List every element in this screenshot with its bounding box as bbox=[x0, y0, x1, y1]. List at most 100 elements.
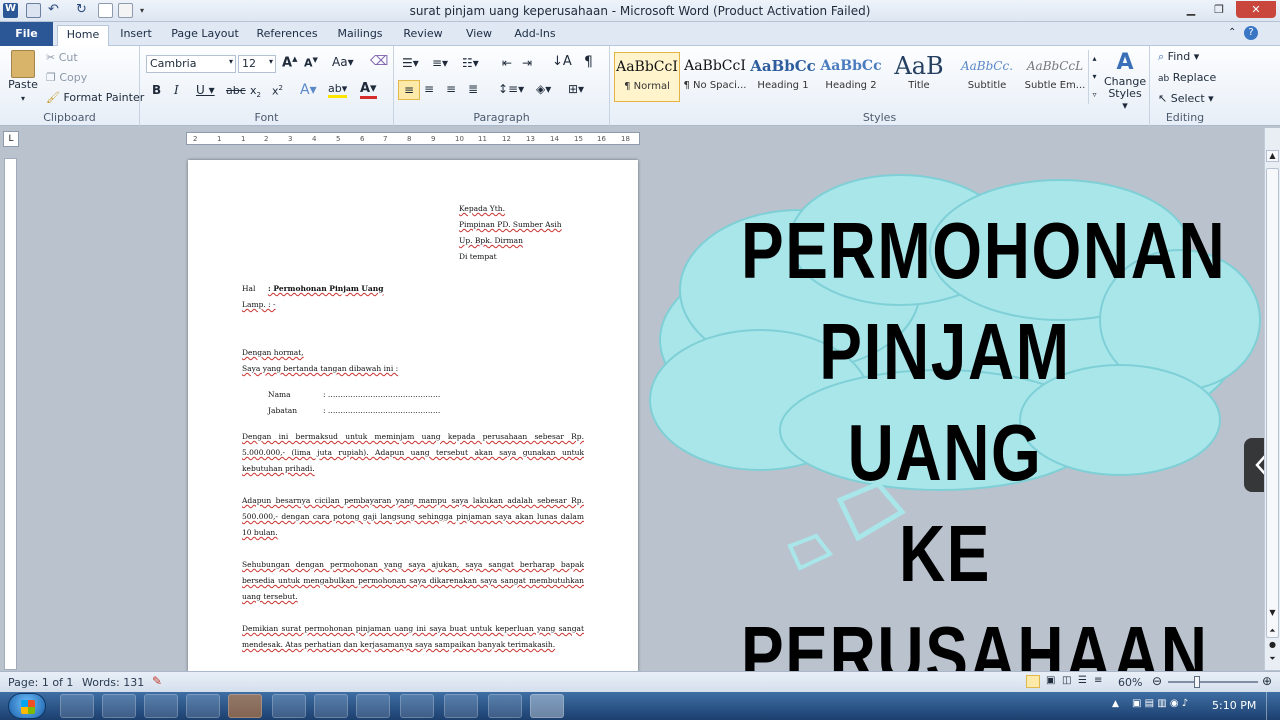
vertical-scrollbar[interactable]: ▲ ▼ ⏶ ● ⏷ bbox=[1264, 128, 1280, 670]
sort-icon[interactable]: ↓A bbox=[552, 54, 572, 69]
copy-button[interactable]: ❐ Copy bbox=[46, 71, 87, 84]
scroll-down-icon[interactable]: ▼ bbox=[1266, 608, 1279, 620]
app-icon[interactable] bbox=[314, 694, 348, 718]
strikethrough-icon[interactable]: abc bbox=[226, 84, 246, 97]
file-explorer-icon[interactable] bbox=[102, 694, 136, 718]
outline-icon[interactable]: ☰ bbox=[1078, 675, 1087, 686]
firefox-icon[interactable] bbox=[228, 694, 262, 718]
highlight-icon[interactable]: ab▾ bbox=[328, 82, 348, 98]
document-page[interactable]: Kepada Yth. Pimpinan PD. Sumber Asih Up.… bbox=[188, 160, 638, 672]
horizontal-ruler[interactable]: 2 1 1 2 3 4 5 6 7 8 9 10 11 12 13 14 15 16 18 bbox=[186, 132, 640, 145]
vertical-ruler[interactable] bbox=[4, 158, 17, 670]
tab-references[interactable]: References bbox=[250, 25, 324, 46]
font-size-select[interactable]: 12 ▾ bbox=[238, 55, 276, 73]
tab-add-ins[interactable]: Add-Ins bbox=[508, 25, 562, 46]
style-title[interactable]: AaB Title bbox=[886, 52, 952, 102]
numbering-icon[interactable]: ≡▾ bbox=[432, 56, 448, 70]
format-painter-button[interactable]: 🖌 Format Painter bbox=[46, 91, 144, 104]
show-desktop-button[interactable] bbox=[1266, 692, 1280, 720]
select-button[interactable]: ↖ Select ▾ bbox=[1158, 92, 1214, 105]
proofing-icon[interactable]: ✎ bbox=[152, 674, 162, 688]
tab-view[interactable]: View bbox=[458, 25, 500, 46]
clock[interactable]: 5:10 PM bbox=[1212, 699, 1256, 712]
multilevel-list-icon[interactable]: ☷▾ bbox=[462, 56, 479, 70]
app-icon[interactable] bbox=[400, 694, 434, 718]
app-icon[interactable] bbox=[444, 694, 478, 718]
tab-home[interactable]: Home bbox=[57, 25, 109, 46]
tab-review[interactable]: Review bbox=[398, 25, 448, 46]
align-left-icon[interactable]: ≡ bbox=[398, 80, 420, 100]
tray-icons[interactable]: ▣ ▤ ▥ ◉ ♪ bbox=[1132, 698, 1188, 709]
find-button[interactable]: ⌕ Find ▾ bbox=[1158, 50, 1199, 64]
page-count[interactable]: Page: 1 of 1 bbox=[8, 676, 73, 689]
app-icon[interactable] bbox=[488, 694, 522, 718]
word-taskbar-icon[interactable] bbox=[272, 694, 306, 718]
shading-icon[interactable]: ◈▾ bbox=[536, 82, 551, 96]
bullets-icon[interactable]: ☰▾ bbox=[402, 56, 419, 70]
show-formatting-icon[interactable]: ¶ bbox=[584, 54, 593, 70]
change-styles-button[interactable]: A Change Styles ▾ bbox=[1104, 50, 1146, 112]
minimize-ribbon-icon[interactable]: ⌃ bbox=[1228, 27, 1236, 38]
underline-icon[interactable]: U ▾ bbox=[196, 83, 215, 97]
superscript-icon[interactable]: x2 bbox=[272, 84, 283, 98]
clear-formatting-icon[interactable]: ⌫ bbox=[370, 54, 388, 69]
style-heading-2[interactable]: AaBbCc Heading 2 bbox=[818, 52, 884, 102]
paste-button[interactable]: Paste ▾ bbox=[6, 50, 40, 103]
full-screen-reading-icon[interactable]: ▣ bbox=[1046, 675, 1055, 686]
style-no-spacing[interactable]: AaBbCcI ¶ No Spaci... bbox=[682, 52, 748, 102]
draft-icon[interactable]: ≡ bbox=[1094, 675, 1102, 686]
word-count[interactable]: Words: 131 bbox=[82, 676, 144, 689]
internet-explorer-icon[interactable] bbox=[60, 694, 94, 718]
restore-button[interactable]: ❐ bbox=[1206, 1, 1232, 18]
change-case-icon[interactable]: Aa▾ bbox=[332, 55, 354, 69]
style-subtitle[interactable]: AaBbCc. Subtitle bbox=[954, 52, 1020, 102]
bold-icon[interactable]: B bbox=[152, 83, 161, 97]
font-family-select[interactable]: Cambria ▾ bbox=[146, 55, 236, 73]
tab-mailings[interactable]: Mailings bbox=[332, 25, 388, 46]
styles-scroll-icon[interactable]: ▴ ▾ ▿ bbox=[1088, 50, 1100, 104]
line-spacing-icon[interactable]: ↕≡▾ bbox=[498, 82, 524, 96]
next-page-icon[interactable]: ⏷ bbox=[1266, 654, 1279, 666]
web-layout-icon[interactable]: ◫ bbox=[1062, 675, 1071, 686]
justify-icon[interactable]: ≣ bbox=[468, 82, 478, 96]
scroll-thumb[interactable] bbox=[1266, 168, 1279, 638]
increase-indent-icon[interactable]: ⇥ bbox=[522, 56, 532, 70]
tab-insert[interactable]: Insert bbox=[114, 25, 158, 46]
italic-icon[interactable]: I bbox=[174, 83, 179, 97]
font-color-icon[interactable]: A▾ bbox=[360, 81, 377, 99]
style-heading-1[interactable]: AaBbCc Heading 1 bbox=[750, 52, 816, 102]
previous-page-icon[interactable]: ⏶ bbox=[1266, 626, 1279, 638]
print-layout-icon[interactable] bbox=[1026, 675, 1040, 688]
replace-button[interactable]: ab Replace bbox=[1158, 71, 1216, 84]
word-active-icon[interactable] bbox=[530, 694, 564, 718]
zoom-out-icon[interactable]: ⊖ bbox=[1152, 674, 1162, 688]
align-center-icon[interactable]: ≡ bbox=[424, 82, 434, 96]
scroll-up-icon[interactable]: ▲ bbox=[1266, 150, 1279, 162]
media-player-icon[interactable] bbox=[144, 694, 178, 718]
close-button[interactable]: ✕ bbox=[1236, 1, 1276, 18]
zoom-in-icon[interactable]: ⊕ bbox=[1262, 674, 1272, 688]
browse-object-icon[interactable]: ● bbox=[1266, 640, 1279, 652]
zoom-slider[interactable] bbox=[1168, 676, 1258, 688]
text-effects-icon[interactable]: A▾ bbox=[300, 82, 317, 98]
shrink-font-icon[interactable]: A▼ bbox=[304, 56, 318, 70]
zoom-level[interactable]: 60% bbox=[1118, 676, 1142, 689]
borders-icon[interactable]: ⊞▾ bbox=[568, 82, 584, 96]
cut-button[interactable]: ✂ Cut bbox=[46, 51, 78, 64]
style-subtle-emphasis[interactable]: AaBbCcL Subtle Em... bbox=[1022, 52, 1088, 102]
tab-file[interactable]: File bbox=[0, 22, 53, 46]
tab-stop-selector[interactable]: L bbox=[3, 131, 19, 147]
help-icon[interactable]: ? bbox=[1244, 26, 1258, 40]
chrome-window-icon[interactable] bbox=[356, 694, 390, 718]
chrome-icon[interactable] bbox=[186, 694, 220, 718]
minimize-button[interactable]: ▁ bbox=[1178, 1, 1204, 18]
align-right-icon[interactable]: ≡ bbox=[446, 82, 456, 96]
subscript-icon[interactable]: x2 bbox=[250, 84, 261, 99]
zoom-slider-thumb[interactable] bbox=[1194, 676, 1200, 688]
show-hidden-icons-icon[interactable]: ▲ bbox=[1112, 699, 1119, 709]
start-button[interactable] bbox=[8, 693, 46, 719]
style-normal[interactable]: AaBbCcI ¶ Normal bbox=[614, 52, 680, 102]
tab-page-layout[interactable]: Page Layout bbox=[168, 25, 242, 46]
grow-font-icon[interactable]: A▲ bbox=[282, 55, 297, 70]
decrease-indent-icon[interactable]: ⇤ bbox=[502, 56, 512, 70]
